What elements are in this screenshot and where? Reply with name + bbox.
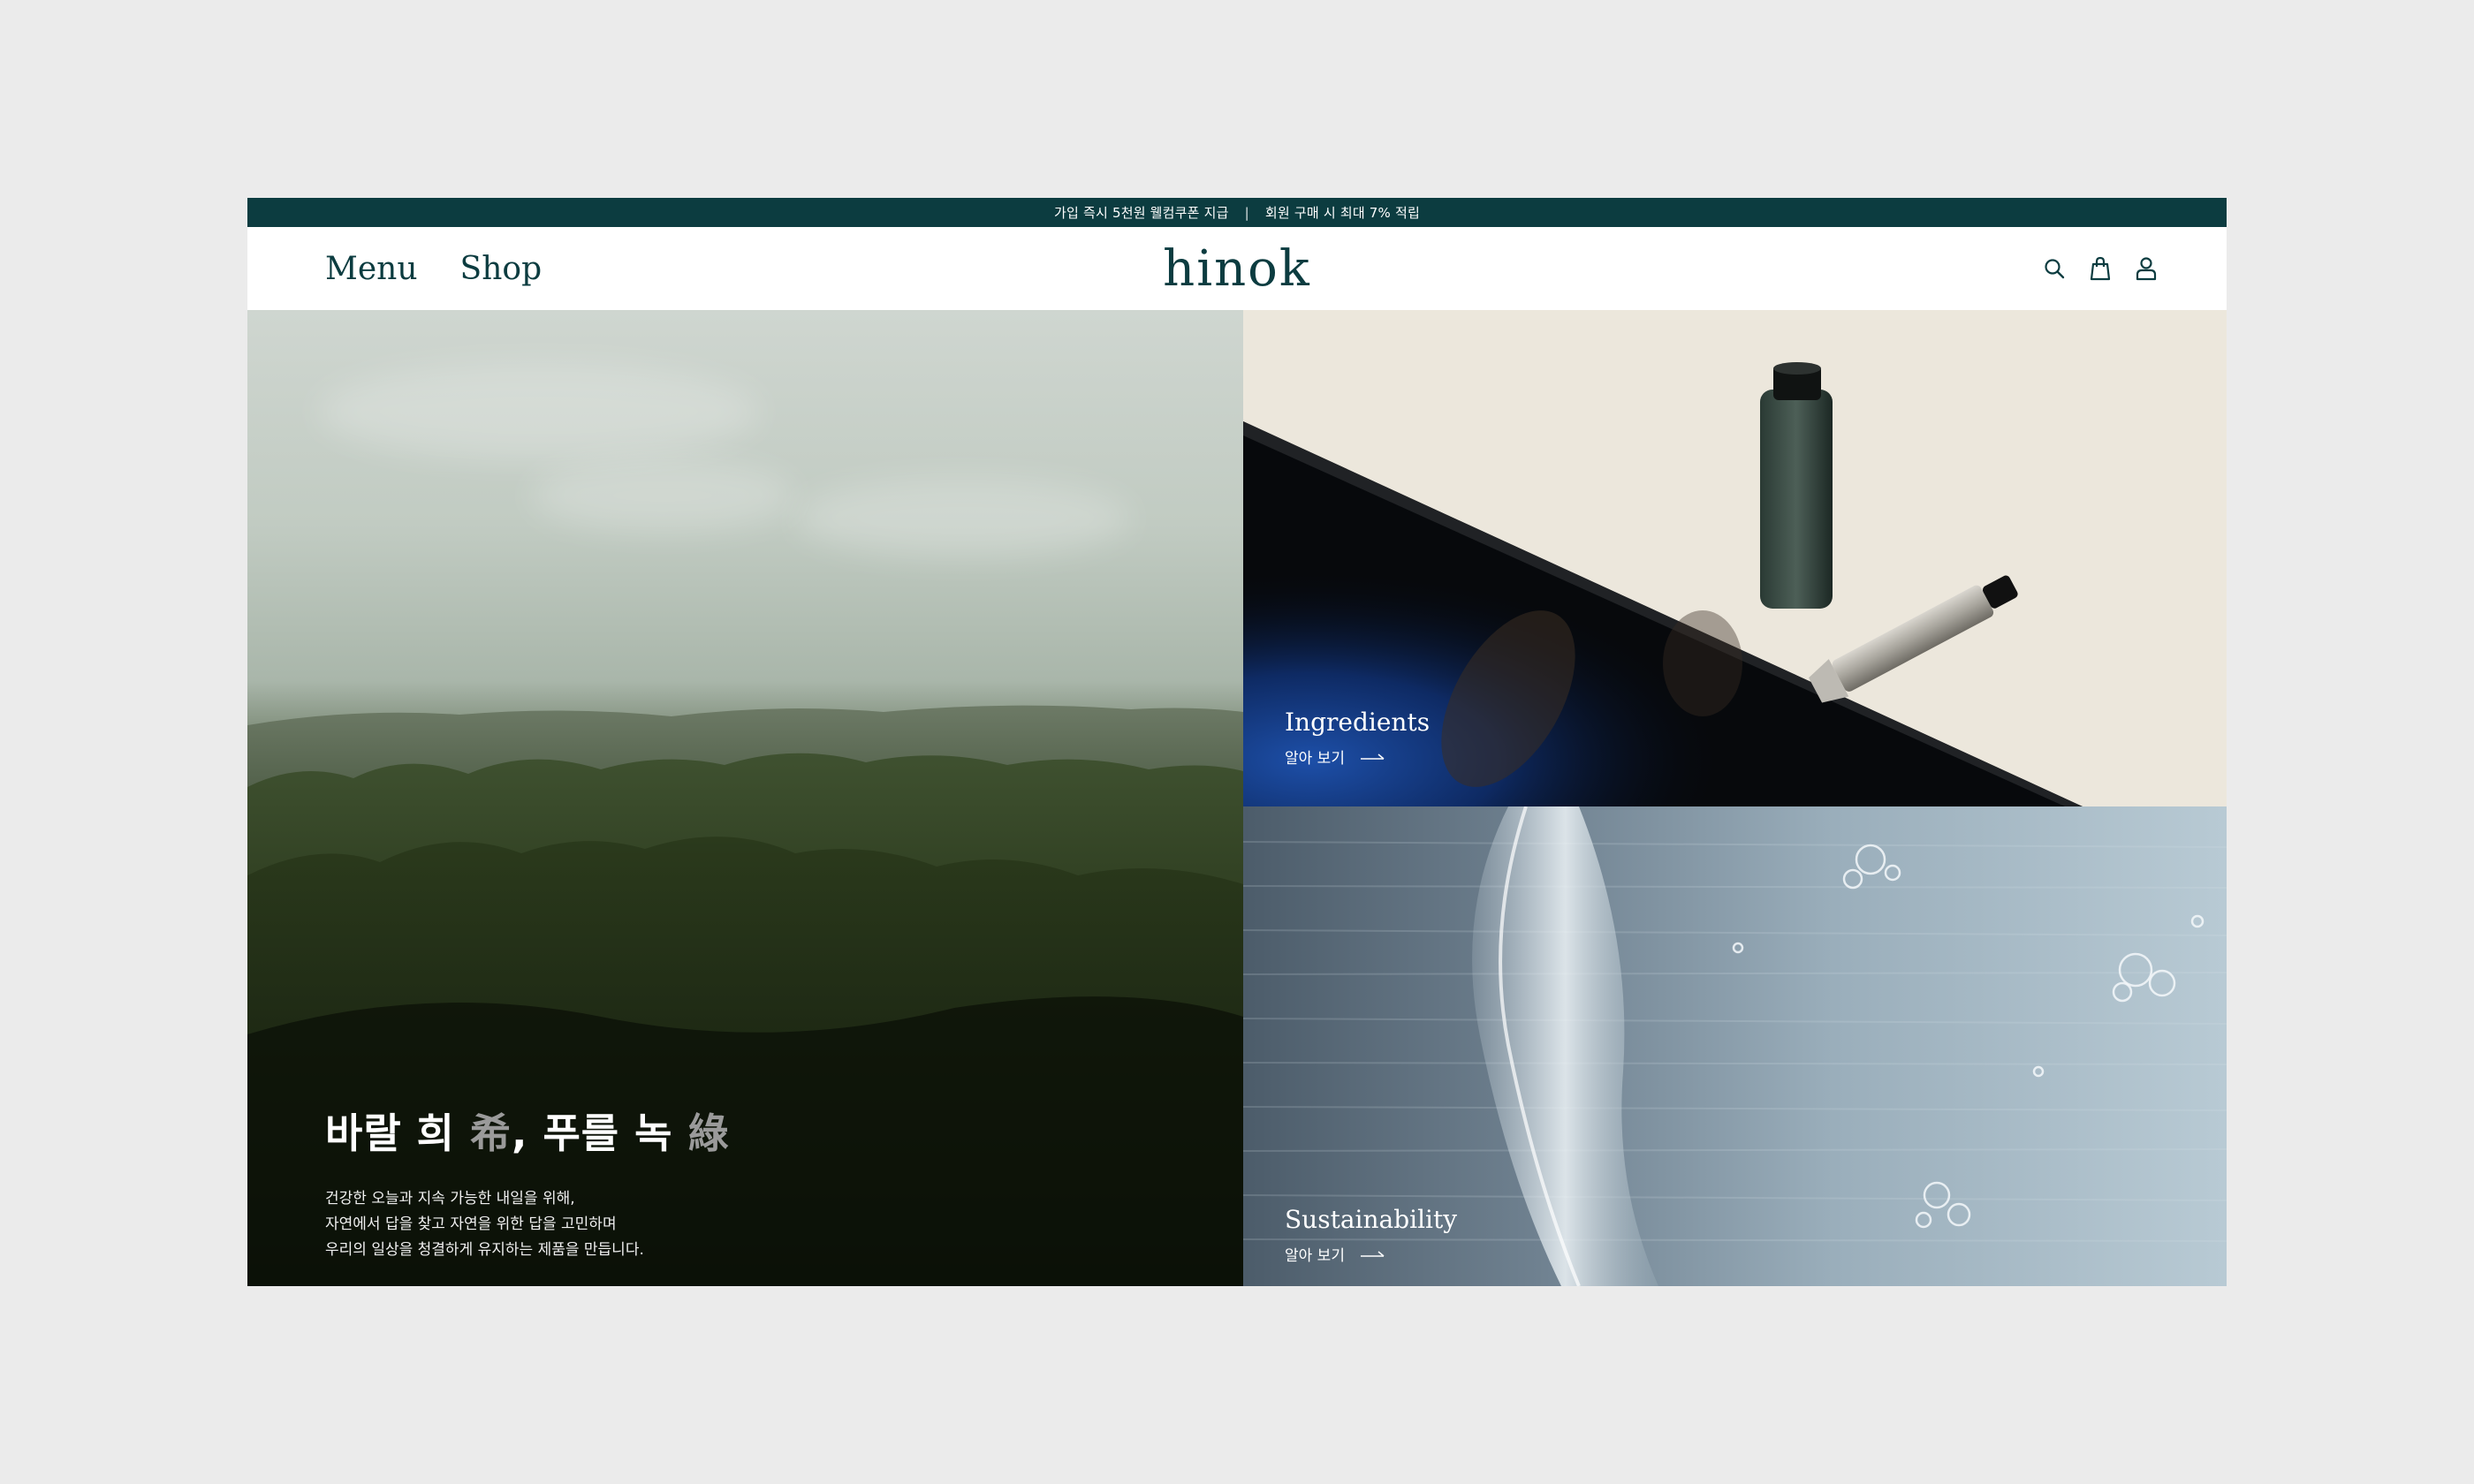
ingredients-title: Ingredients	[1285, 708, 1431, 737]
hero-title: 바랄 희 希, 푸를 녹 綠	[325, 1102, 729, 1160]
announcement-welcome-coupon: 가입 즉시 5천원 웰컴쿠폰 지급	[1054, 205, 1229, 221]
page-frame: 가입 즉시 5천원 웰컴쿠폰 지급 | 회원 구매 시 최대 7% 적립 Men…	[247, 198, 2227, 1286]
sustainability-tile[interactable]: Sustainability 알아 보기	[1243, 806, 2227, 1286]
shop-link[interactable]: Shop	[460, 251, 543, 287]
arrow-right-icon	[1360, 753, 1385, 760]
hero-desc-line2: 자연에서 답을 찾고 자연을 위한 답을 고민하며	[325, 1215, 617, 1233]
hero-landscape-image: 바랄 희 希, 푸를 녹 綠 건강한 오늘과 지속 가능한 내일을 위해, 자연…	[247, 310, 1243, 1286]
main-nav: Menu Shop	[325, 227, 542, 310]
sustainability-learn-more[interactable]: 알아 보기	[1285, 1243, 1457, 1265]
user-icon[interactable]	[2133, 255, 2159, 282]
logo-wrapper: hinok	[247, 227, 2227, 310]
hero-desc-line1: 건강한 오늘과 지속 가능한 내일을 위해,	[325, 1190, 575, 1208]
ingredients-tile[interactable]: Ingredients 알아 보기	[1243, 310, 2227, 806]
announcement-bar: 가입 즉시 5천원 웰컴쿠폰 지급 | 회원 구매 시 최대 7% 적립	[247, 198, 2227, 227]
bag-icon[interactable]	[2087, 255, 2114, 282]
hero-description: 건강한 오늘과 지속 가능한 내일을 위해, 자연에서 답을 찾고 자연을 위한…	[325, 1186, 729, 1263]
hero-desc-line3: 우리의 일상을 청결하게 유지하는 제품을 만듭니다.	[325, 1241, 644, 1259]
brand-logo[interactable]: hinok	[1163, 240, 1311, 298]
ingredients-learn-more-text: 알아 보기	[1285, 750, 1345, 768]
hero-text-block: 바랄 희 希, 푸를 녹 綠 건강한 오늘과 지속 가능한 내일을 위해, 자연…	[325, 1102, 729, 1263]
sustainability-title: Sustainability	[1285, 1205, 1458, 1234]
hero-title-part2: , 푸를 녹	[512, 1109, 688, 1157]
announcement-separator: |	[1244, 204, 1249, 221]
ingredients-label: Ingredients 알아 보기	[1285, 708, 1430, 768]
hero-title-hanja1: 希	[470, 1109, 512, 1157]
search-icon[interactable]	[2041, 255, 2068, 282]
announcement-points: 회원 구매 시 최대 7% 적립	[1264, 205, 1420, 221]
ingredients-learn-more[interactable]: 알아 보기	[1285, 746, 1430, 768]
site-header: Menu Shop hinok	[247, 227, 2227, 310]
hero-title-hanja2: 綠	[687, 1109, 730, 1157]
header-icons	[2041, 227, 2159, 310]
sustainability-label: Sustainability 알아 보기	[1285, 1205, 1457, 1265]
sustainability-learn-more-text: 알아 보기	[1285, 1247, 1345, 1265]
arrow-right-icon	[1360, 1250, 1385, 1257]
hero-title-part1: 바랄 희	[325, 1109, 470, 1157]
menu-link[interactable]: Menu	[325, 251, 418, 287]
